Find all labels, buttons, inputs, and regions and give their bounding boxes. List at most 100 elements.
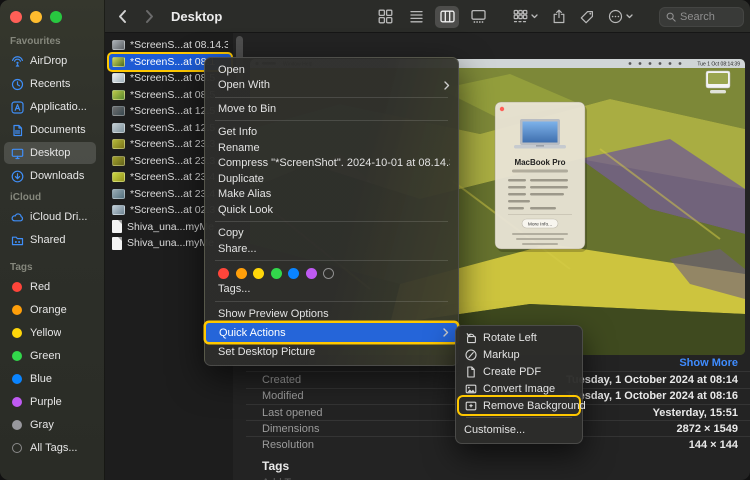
tag-label: Red <box>30 281 50 293</box>
menu-item-label: Markup <box>483 349 520 361</box>
add-tags-field[interactable]: Add Tags... <box>246 475 750 480</box>
gallery-view-button[interactable] <box>466 6 490 28</box>
document-file-icon <box>112 237 122 250</box>
menu-item-label: Quick Look <box>218 204 450 216</box>
cloud-icon <box>10 210 24 224</box>
minimize-window-button[interactable] <box>30 11 42 23</box>
menu-item-make-alias[interactable]: Make Alias <box>205 187 458 203</box>
purple-tag-icon <box>12 397 22 407</box>
back-button[interactable] <box>117 9 128 24</box>
menu-item-quick-actions[interactable]: Quick Actions <box>206 323 457 342</box>
grid-icon <box>378 9 393 24</box>
sidebar-tag-red[interactable]: Red <box>4 276 96 298</box>
tag-label: Gray <box>30 419 54 431</box>
file-name: *ScreenS...at 08.5 <box>130 89 215 101</box>
zoom-window-button[interactable] <box>50 11 62 23</box>
screenshot-thumbnail-icon <box>112 57 125 67</box>
group-by-button[interactable] <box>513 9 538 24</box>
captured-more-info-button: More Info... <box>528 221 552 227</box>
sidebar-tag-orange[interactable]: Orange <box>4 299 96 321</box>
yellow-tag-icon <box>12 328 22 338</box>
forward-button[interactable] <box>144 9 155 24</box>
sidebar-item-desktop[interactable]: Desktop <box>4 142 96 164</box>
show-more-link[interactable]: Show More <box>679 357 738 369</box>
metadata-value: Yesterday, 15:51 <box>653 407 738 419</box>
file-row[interactable]: *ScreenS...at 08.14.35 <box>109 37 231 54</box>
sidebar-tag-gray[interactable]: Gray <box>4 414 96 436</box>
sidebar-item-all-tags[interactable]: All Tags... <box>4 437 96 459</box>
red-tag-dot[interactable] <box>218 268 229 279</box>
metadata-value: 144 × 144 <box>689 439 738 451</box>
sidebar-item-recents[interactable]: Recents <box>4 73 96 95</box>
search-field[interactable] <box>659 7 744 27</box>
section-title: Favourites <box>0 36 100 47</box>
sidebar-item-airdrop[interactable]: AirDrop <box>4 50 96 72</box>
menu-item-markup[interactable]: Markup <box>456 347 582 364</box>
menu-item-label: Convert Image <box>483 383 555 395</box>
menu-item-show-preview-options[interactable]: Show Preview Options <box>205 305 458 322</box>
metadata-value: Tuesday, 1 October 2024 at 08:14 <box>566 374 738 386</box>
sidebar-item-label: Downloads <box>30 170 84 182</box>
sidebar-item-shared[interactable]: Shared <box>4 229 96 251</box>
menu-item-quick-look[interactable]: Quick Look <box>205 202 458 218</box>
menu-item-duplicate[interactable]: Duplicate <box>205 171 458 187</box>
file-name: *ScreenS...at 12.5 <box>130 122 215 134</box>
orange-tag-dot[interactable] <box>236 268 247 279</box>
list-view-button[interactable] <box>404 6 428 28</box>
menu-item-label: Tags... <box>218 283 450 295</box>
purple-tag-dot[interactable] <box>306 268 317 279</box>
menu-item-label: Quick Actions <box>219 327 443 339</box>
toolbar: Desktop <box>105 0 750 33</box>
screenshot-thumbnail-icon <box>112 205 125 215</box>
screenshot-thumbnail-icon <box>112 90 125 100</box>
tags-button[interactable] <box>580 10 594 24</box>
sidebar-item-downloads[interactable]: Downloads <box>4 165 96 187</box>
menu-item-open-with[interactable]: Open With <box>205 78 458 94</box>
green-tag-dot[interactable] <box>271 268 282 279</box>
menu-item-rename[interactable]: Rename <box>205 140 458 156</box>
menu-item-rotate-left[interactable]: Rotate Left <box>456 330 582 347</box>
file-name: *ScreenS...at 23.4 <box>130 171 215 183</box>
sidebar-item-documents[interactable]: Documents <box>4 119 96 141</box>
menu-item-move-to-bin[interactable]: Move to Bin <box>205 101 458 117</box>
sidebar-tag-purple[interactable]: Purple <box>4 391 96 413</box>
icon-view-button[interactable] <box>373 6 397 28</box>
rotate-left-icon <box>464 332 477 345</box>
yellow-tag-dot[interactable] <box>253 268 264 279</box>
menu-item-copy[interactable]: Copy <box>205 226 458 242</box>
sidebar-tag-yellow[interactable]: Yellow <box>4 322 96 344</box>
file-name: *ScreenS...at 08.1 <box>130 56 215 68</box>
menu-item-label: Open With <box>218 79 444 91</box>
clock-icon <box>10 77 24 91</box>
menu-item-set-desktop-picture[interactable]: Set Desktop Picture <box>205 343 458 360</box>
menu-item-compress[interactable]: Compress "*ScreenShot". 2024-10-01 at 08… <box>205 156 458 172</box>
chevron-right-icon <box>444 81 450 90</box>
menu-item-create-pdf[interactable]: Create PDF <box>456 364 582 381</box>
more-actions-button[interactable] <box>608 9 633 24</box>
search-input[interactable] <box>680 11 738 23</box>
metadata-label: Dimensions <box>262 423 319 435</box>
menu-item-customise[interactable]: Customise... <box>456 422 582 439</box>
red-tag-icon <box>12 282 22 292</box>
sidebar-item-label: Recents <box>30 78 70 90</box>
sidebar-item-icloud-drive[interactable]: iCloud Dri... <box>4 206 96 228</box>
menu-item-label: Create PDF <box>483 366 541 378</box>
menu-item-open[interactable]: Open <box>205 62 458 78</box>
close-window-button[interactable] <box>10 11 22 23</box>
share-button[interactable] <box>552 9 566 24</box>
sidebar-tag-blue[interactable]: Blue <box>4 368 96 390</box>
document-icon <box>10 123 24 137</box>
menu-item-label: Duplicate <box>218 173 450 185</box>
menu-item-share[interactable]: Share... <box>205 241 458 257</box>
sidebar-item-applications[interactable]: Applicatio... <box>4 96 96 118</box>
column-view-button[interactable] <box>435 6 459 28</box>
menu-item-tags[interactable]: Tags... <box>205 282 458 298</box>
captured-about-this-mac-window: MacBook Pro More Info... <box>495 102 587 252</box>
no-tag-dot[interactable] <box>323 268 334 279</box>
menu-item-convert-image[interactable]: Convert Image <box>456 380 582 397</box>
menu-item-get-info[interactable]: Get Info <box>205 125 458 141</box>
sidebar-tag-green[interactable]: Green <box>4 345 96 367</box>
menu-item-remove-background[interactable]: Remove Background <box>459 397 579 414</box>
document-file-icon <box>112 220 122 233</box>
blue-tag-dot[interactable] <box>288 268 299 279</box>
